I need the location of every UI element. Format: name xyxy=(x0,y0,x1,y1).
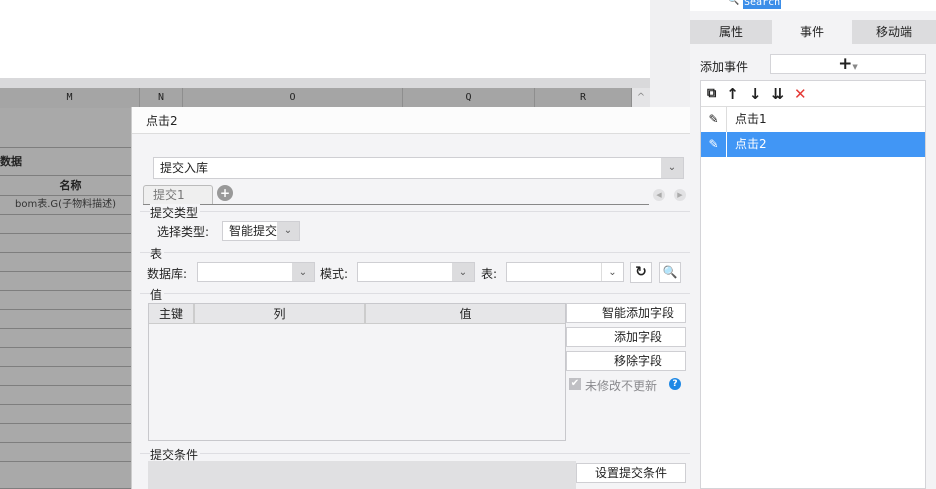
sheet-row[interactable] xyxy=(0,310,131,329)
preview-table-button[interactable]: 🔍 xyxy=(659,262,681,283)
delete-icon[interactable]: ✕ xyxy=(794,85,807,103)
condition-area xyxy=(148,461,576,489)
header-primary-key[interactable]: 主键 xyxy=(149,304,195,323)
sheet-row[interactable] xyxy=(0,291,131,310)
sheet-row[interactable] xyxy=(0,215,131,234)
event-toolbar: ⧉ ↑ ↓ ⇊ ✕ xyxy=(701,81,925,107)
copy-icon[interactable]: ⧉ xyxy=(707,86,716,101)
tab-submit-1[interactable]: 提交1 xyxy=(143,185,213,204)
no-update-checkbox[interactable]: ✔ xyxy=(569,378,581,390)
chevron-down-icon: ⌄ xyxy=(601,263,623,281)
search-document-icon: 🔍 xyxy=(662,265,678,279)
right-panel: 🔍 Search 属性 事件 移动端 添加事件 +▼ ⧉ ↑ ↓ ⇊ ✕ ✎ 点… xyxy=(690,0,936,489)
section-divider xyxy=(140,293,690,294)
submit-type-select[interactable]: 智能提交 ⌄ xyxy=(222,221,300,241)
tab-mobile[interactable]: 移动端 xyxy=(852,20,936,44)
scroll-up-button[interactable]: ^ xyxy=(632,88,650,108)
section-divider xyxy=(140,211,690,212)
chevron-down-icon: ⌄ xyxy=(661,158,683,178)
tab-underline xyxy=(143,204,649,205)
column-header-o[interactable]: O xyxy=(183,88,403,108)
sheet-row[interactable] xyxy=(0,405,131,424)
smart-add-field-button[interactable]: 智能添加字段 xyxy=(566,303,686,323)
search-row: 🔍 Search xyxy=(690,0,936,11)
move-bottom-icon[interactable]: ⇊ xyxy=(771,85,784,103)
event-label: 点击2 xyxy=(735,137,767,151)
cell[interactable]: 数据 xyxy=(0,155,22,168)
table-select[interactable]: ⌄ xyxy=(506,262,624,282)
help-icon[interactable]: ? xyxy=(669,378,681,390)
sheet-row[interactable]: 数据 xyxy=(0,148,131,176)
header-value[interactable]: 值 xyxy=(366,304,565,323)
divider xyxy=(0,78,650,88)
no-update-label: 未修改不更新 xyxy=(585,379,658,393)
sheet-row[interactable] xyxy=(0,367,131,386)
edit-icon[interactable]: ✎ xyxy=(701,132,727,157)
add-field-button[interactable]: 添加字段 xyxy=(566,327,686,347)
plus-icon: + xyxy=(838,54,853,74)
search-icon: 🔍 xyxy=(728,0,740,6)
chevron-down-icon: ⌄ xyxy=(292,263,314,281)
sheet-row[interactable] xyxy=(0,272,131,291)
sheet-row[interactable] xyxy=(0,108,131,148)
dialog-title: 点击2 xyxy=(132,107,701,134)
section-divider xyxy=(140,252,690,253)
tab-properties[interactable]: 属性 xyxy=(690,20,772,44)
table-label: 表: xyxy=(481,267,498,281)
event-label: 点击1 xyxy=(735,112,767,126)
column-header-q[interactable]: Q xyxy=(403,88,535,108)
search-item[interactable]: Search xyxy=(743,0,782,9)
add-tab-icon[interactable]: + xyxy=(217,185,233,201)
sheet-row[interactable] xyxy=(0,234,131,253)
sheet-row[interactable] xyxy=(0,386,131,405)
values-table: 主键 列 值 xyxy=(148,303,566,441)
column-header-m[interactable]: M xyxy=(0,88,140,108)
event-list-panel: ⧉ ↑ ↓ ⇊ ✕ ✎ 点击1 ✎ 点击2 xyxy=(700,80,926,489)
event-dialog: 点击2 提交入库 ⌄ 提交1 + ◀ ▶ 提交类型 选择类型: 智能提交 ⌄ 表 数… xyxy=(131,107,701,489)
chevron-down-icon: ⌄ xyxy=(452,263,474,281)
sheet-row[interactable] xyxy=(0,424,131,443)
event-item[interactable]: ✎ 点击1 xyxy=(701,107,925,132)
add-event-button[interactable]: +▼ xyxy=(770,54,926,74)
sheet-row[interactable] xyxy=(0,348,131,367)
edit-icon[interactable]: ✎ xyxy=(701,107,727,132)
spreadsheet: 数据 名称 bom表.G(子物料描述) xyxy=(0,108,131,489)
cell[interactable]: 名称 xyxy=(60,179,82,192)
header-column[interactable]: 列 xyxy=(195,304,366,323)
event-item-selected[interactable]: ✎ 点击2 xyxy=(701,132,925,157)
add-event-label: 添加事件 xyxy=(700,60,749,74)
submit-type-section: 提交类型 xyxy=(150,204,201,221)
section-divider xyxy=(140,453,690,454)
cell[interactable]: bom表.G(子物料描述) xyxy=(15,199,116,210)
values-table-header: 主键 列 值 xyxy=(149,304,565,324)
sheet-row[interactable]: bom表.G(子物料描述) xyxy=(0,196,131,215)
chevron-down-icon: ⌄ xyxy=(277,222,299,240)
values-section: 值 xyxy=(150,286,165,303)
database-select[interactable]: ⌄ xyxy=(197,262,315,282)
sheet-row[interactable] xyxy=(0,462,131,489)
move-down-icon[interactable]: ↓ xyxy=(749,85,762,103)
column-header-n[interactable]: N xyxy=(140,88,183,108)
mode-select[interactable]: ⌄ xyxy=(357,262,475,282)
action-select[interactable]: 提交入库 ⌄ xyxy=(153,157,684,179)
canvas-area xyxy=(0,0,650,78)
set-condition-button[interactable]: 设置提交条件 xyxy=(576,463,686,483)
tab-prev-icon[interactable]: ◀ xyxy=(653,189,665,201)
column-header-r[interactable]: R xyxy=(535,88,632,108)
remove-field-button[interactable]: 移除字段 xyxy=(566,351,686,371)
sheet-row[interactable]: 名称 xyxy=(0,176,131,196)
select-type-label: 选择类型: xyxy=(157,225,210,239)
sheet-row[interactable] xyxy=(0,443,131,462)
database-label: 数据库: xyxy=(147,267,188,281)
tab-events[interactable]: 事件 xyxy=(772,20,852,44)
sheet-row[interactable] xyxy=(0,253,131,272)
move-up-icon[interactable]: ↑ xyxy=(726,85,739,103)
caret-down-icon: ▼ xyxy=(852,63,858,71)
table-section: 表 xyxy=(150,245,165,262)
sheet-row[interactable] xyxy=(0,329,131,348)
refresh-icon: ↻ xyxy=(635,264,647,280)
refresh-button[interactable]: ↻ xyxy=(630,262,652,283)
mode-label: 模式: xyxy=(320,267,349,281)
tab-next-icon[interactable]: ▶ xyxy=(674,189,686,201)
